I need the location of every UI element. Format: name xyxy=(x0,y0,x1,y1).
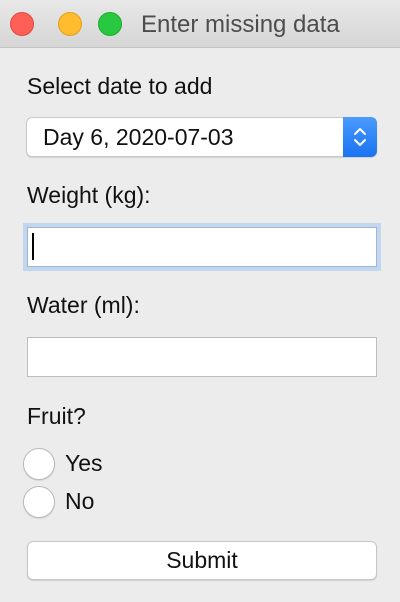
water-input[interactable] xyxy=(27,337,377,377)
fruit-yes-label[interactable]: Yes xyxy=(65,450,103,477)
weight-label: Weight (kg): xyxy=(27,182,151,208)
submit-button[interactable]: Submit xyxy=(27,541,377,580)
fruit-no-label[interactable]: No xyxy=(65,488,94,515)
date-label: Select date to add xyxy=(27,73,213,99)
date-select[interactable]: Day 6, 2020-07-03 xyxy=(26,117,377,157)
fruit-no-radio[interactable] xyxy=(23,486,55,518)
dialog-window: Enter missing data Select date to add Da… xyxy=(0,0,400,602)
title-bar[interactable]: Enter missing data xyxy=(0,0,400,48)
minimize-icon[interactable] xyxy=(58,12,82,36)
water-label: Water (ml): xyxy=(27,292,140,318)
fruit-yes-radio[interactable] xyxy=(23,448,55,480)
window-title: Enter missing data xyxy=(141,11,340,38)
chevron-up-down-icon xyxy=(343,117,377,157)
date-select-value: Day 6, 2020-07-03 xyxy=(43,124,234,150)
text-caret xyxy=(32,233,34,260)
fruit-label: Fruit? xyxy=(27,403,86,429)
close-icon[interactable] xyxy=(10,12,34,36)
maximize-icon[interactable] xyxy=(98,12,122,36)
weight-input[interactable] xyxy=(27,227,377,267)
